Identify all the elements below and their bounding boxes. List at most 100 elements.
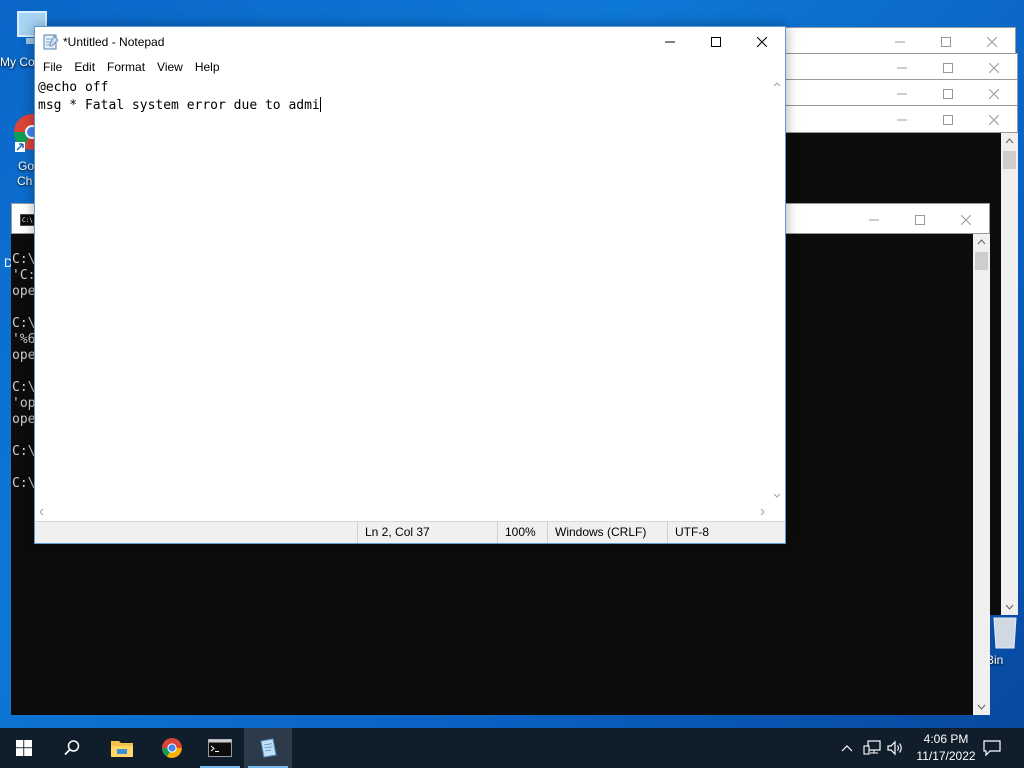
minimize-button[interactable] bbox=[851, 204, 897, 235]
file-explorer-icon bbox=[111, 741, 133, 757]
notepad-text-area[interactable]: @echo off msg * Fatal system error due to… bbox=[35, 77, 769, 503]
minimize-button[interactable] bbox=[879, 54, 925, 82]
console-line: '%6 bbox=[12, 332, 36, 347]
maximize-icon bbox=[941, 37, 951, 47]
console-left-scrollbar[interactable] bbox=[973, 234, 990, 715]
chrome-taskbar-button[interactable] bbox=[148, 728, 196, 768]
menu-edit[interactable]: Edit bbox=[68, 57, 101, 77]
clock-time: 4:06 PM bbox=[923, 732, 969, 746]
status-line-ending: Windows (CRLF) bbox=[547, 522, 667, 543]
scroll-right-icon bbox=[760, 508, 765, 516]
scrollbar-thumb[interactable] bbox=[975, 252, 988, 270]
close-icon bbox=[989, 115, 999, 125]
minimize-icon bbox=[897, 93, 907, 95]
background-window-2[interactable] bbox=[784, 53, 1018, 81]
search-button[interactable] bbox=[48, 728, 96, 768]
text-line-2-content: msg * Fatal system error due to admi bbox=[38, 98, 320, 113]
notepad-horizontal-scrollbar[interactable] bbox=[35, 503, 769, 521]
notepad-vertical-scrollbar[interactable] bbox=[769, 77, 785, 503]
status-encoding: UTF-8 bbox=[667, 522, 785, 543]
clock-date: 11/17/2022 bbox=[916, 749, 976, 763]
command-prompt-taskbar-button[interactable] bbox=[196, 728, 244, 768]
maximize-button[interactable] bbox=[925, 106, 971, 134]
maximize-button[interactable] bbox=[693, 27, 739, 57]
background-window-3[interactable] bbox=[784, 79, 1018, 107]
chevron-up-icon bbox=[841, 745, 853, 752]
recycle-bin-desktop-icon[interactable]: Bin bbox=[986, 612, 1024, 668]
window-controls bbox=[877, 28, 1015, 56]
maximize-button[interactable] bbox=[925, 54, 971, 82]
menu-view[interactable]: View bbox=[151, 57, 189, 77]
notepad-window[interactable]: *Untitled - Notepad File Edit Format Vie… bbox=[34, 26, 786, 544]
console-right-scrollbar[interactable] bbox=[1001, 133, 1018, 615]
maximize-icon bbox=[943, 63, 953, 73]
close-icon bbox=[961, 214, 971, 225]
console-line: ope bbox=[12, 348, 36, 363]
svg-text:C:\: C:\ bbox=[22, 217, 33, 224]
text-line-1: @echo off bbox=[38, 80, 109, 95]
notepad-taskbar-button[interactable] bbox=[244, 728, 292, 768]
scroll-down-icon bbox=[773, 493, 781, 498]
close-button[interactable] bbox=[971, 54, 1017, 82]
console-line: C:\ bbox=[12, 476, 36, 491]
close-icon bbox=[989, 89, 999, 99]
scroll-up-icon bbox=[1005, 138, 1014, 144]
notepad-title: *Untitled - Notepad bbox=[63, 35, 165, 49]
close-button[interactable] bbox=[971, 80, 1017, 108]
notepad-icon bbox=[260, 738, 277, 758]
text-caret bbox=[319, 97, 321, 112]
close-button[interactable] bbox=[971, 106, 1017, 134]
recycle-bin-icon bbox=[993, 617, 1017, 649]
minimize-icon bbox=[897, 67, 907, 69]
start-button[interactable] bbox=[0, 728, 48, 768]
show-hidden-icons-button[interactable] bbox=[836, 728, 858, 768]
notepad-icon bbox=[43, 34, 59, 50]
console-line: ope bbox=[12, 284, 36, 299]
scroll-down-icon bbox=[977, 704, 986, 710]
close-button[interactable] bbox=[739, 27, 785, 57]
console-line: 'C: bbox=[12, 268, 36, 283]
background-window-4[interactable] bbox=[784, 105, 1018, 133]
menu-format[interactable]: Format bbox=[101, 57, 151, 77]
notepad-titlebar[interactable]: *Untitled - Notepad bbox=[35, 27, 785, 57]
console-line: C:\ bbox=[12, 380, 36, 395]
google-chrome-icon bbox=[162, 738, 182, 758]
minimize-button[interactable] bbox=[877, 28, 923, 56]
minimize-icon bbox=[897, 119, 907, 121]
background-window-1[interactable] bbox=[780, 27, 1016, 55]
close-button[interactable] bbox=[943, 204, 989, 235]
minimize-button[interactable] bbox=[879, 80, 925, 108]
windows-logo-icon bbox=[16, 740, 32, 756]
scroll-up-icon bbox=[977, 239, 986, 245]
menu-help[interactable]: Help bbox=[189, 57, 226, 77]
volume-button[interactable] bbox=[884, 728, 906, 768]
scrollbar-thumb[interactable] bbox=[1003, 151, 1016, 169]
scroll-left-icon bbox=[39, 508, 44, 516]
file-explorer-button[interactable] bbox=[98, 728, 146, 768]
speaker-icon bbox=[887, 740, 902, 756]
minimize-icon bbox=[665, 41, 675, 43]
maximize-icon bbox=[915, 214, 925, 225]
console-line: ope bbox=[12, 412, 36, 427]
minimize-button[interactable] bbox=[879, 106, 925, 134]
action-center-button[interactable] bbox=[978, 728, 1006, 768]
maximize-button[interactable] bbox=[925, 80, 971, 108]
notepad-menubar: File Edit Format View Help bbox=[35, 57, 785, 77]
network-icon bbox=[863, 740, 881, 755]
minimize-icon bbox=[895, 41, 905, 43]
notification-icon bbox=[983, 740, 1001, 756]
taskbar: 4:06 PM 11/17/2022 bbox=[0, 728, 1024, 768]
scroll-down-icon bbox=[1005, 604, 1014, 610]
close-button[interactable] bbox=[969, 28, 1015, 56]
maximize-button[interactable] bbox=[897, 204, 943, 235]
scroll-up-icon bbox=[773, 82, 781, 87]
taskbar-clock[interactable]: 4:06 PM 11/17/2022 bbox=[906, 731, 986, 765]
maximize-icon bbox=[711, 37, 721, 47]
menu-file[interactable]: File bbox=[37, 57, 68, 77]
minimize-button[interactable] bbox=[647, 27, 693, 57]
maximize-button[interactable] bbox=[923, 28, 969, 56]
close-icon bbox=[989, 63, 999, 73]
console-window-middle-titlebar[interactable] bbox=[784, 203, 990, 234]
console-line: C:\ bbox=[12, 444, 36, 459]
network-button[interactable] bbox=[860, 728, 884, 768]
